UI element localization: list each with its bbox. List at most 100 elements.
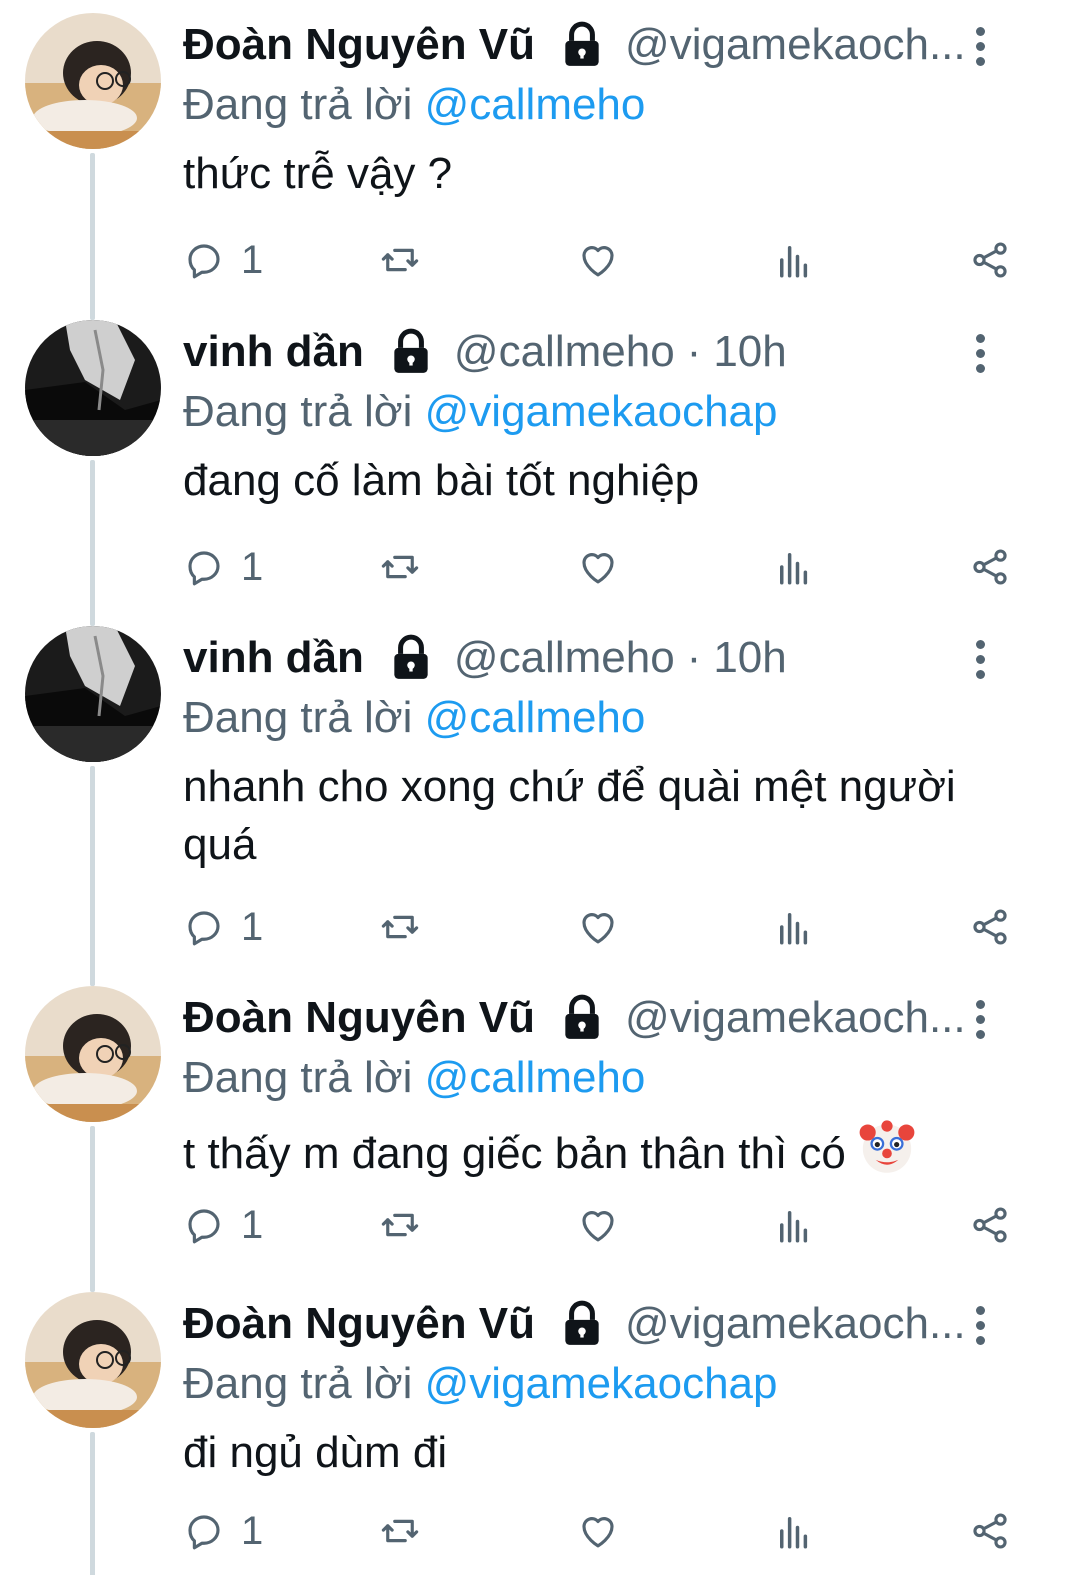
share-button[interactable] bbox=[969, 1506, 1011, 1556]
like-button[interactable] bbox=[577, 235, 619, 285]
more-options-icon[interactable] bbox=[960, 1300, 1000, 1350]
thread-connector-line bbox=[90, 611, 95, 626]
like-button[interactable] bbox=[577, 542, 619, 592]
avatar[interactable] bbox=[25, 13, 161, 149]
reply-count: 1 bbox=[241, 1508, 264, 1553]
heart-icon bbox=[582, 1211, 614, 1242]
reply-button[interactable]: 1 bbox=[183, 542, 263, 592]
analytics-icon bbox=[780, 246, 808, 278]
replying-to: Đang trả lời @callmeho bbox=[183, 77, 1040, 133]
analytics-button[interactable] bbox=[773, 1200, 815, 1250]
reply-icon bbox=[188, 1515, 220, 1550]
analytics-button[interactable] bbox=[773, 1506, 815, 1556]
retweet-icon bbox=[381, 1519, 419, 1543]
retweet-icon bbox=[381, 1213, 419, 1237]
retweet-icon bbox=[381, 555, 419, 579]
retweet-button[interactable] bbox=[379, 235, 421, 285]
share-icon bbox=[973, 1513, 1007, 1549]
replying-to: Đang trả lời @callmeho bbox=[183, 690, 1040, 746]
user-handle[interactable]: @callmeho bbox=[454, 626, 675, 690]
like-button[interactable] bbox=[577, 902, 619, 952]
share-button[interactable] bbox=[969, 902, 1011, 952]
avatar[interactable] bbox=[25, 626, 161, 762]
tweet-text-content: nhanh cho xong chứ để quài mệt người quá bbox=[183, 762, 956, 869]
separator-dot: · bbox=[686, 327, 702, 376]
tweet-actions: 1 bbox=[183, 902, 1020, 952]
more-options-icon[interactable] bbox=[960, 21, 1000, 71]
reply-count: 1 bbox=[241, 904, 264, 949]
mention-link[interactable]: @vigamekaochap bbox=[425, 387, 778, 436]
more-options-icon[interactable] bbox=[960, 994, 1000, 1044]
tweet-actions: 1 bbox=[183, 542, 1020, 592]
timestamp[interactable]: 10h bbox=[713, 626, 786, 690]
share-icon bbox=[973, 1207, 1007, 1243]
user-handle[interactable]: @vigamekaoch... bbox=[625, 1292, 966, 1356]
more-options-icon[interactable] bbox=[960, 328, 1000, 378]
reply-icon bbox=[188, 551, 220, 586]
reply-count: 1 bbox=[241, 1202, 264, 1247]
analytics-button[interactable] bbox=[773, 542, 815, 592]
user-handle[interactable]: @callmeho bbox=[454, 320, 675, 384]
share-button[interactable] bbox=[969, 1200, 1011, 1250]
mention-link[interactable]: @vigamekaochap bbox=[425, 1359, 778, 1408]
mention-link[interactable]: @callmeho bbox=[425, 693, 646, 742]
like-button[interactable] bbox=[577, 1506, 619, 1556]
like-button[interactable] bbox=[577, 1200, 619, 1250]
avatar[interactable] bbox=[25, 986, 161, 1122]
share-button[interactable] bbox=[969, 542, 1011, 592]
retweet-icon bbox=[381, 915, 419, 939]
retweet-button[interactable] bbox=[379, 902, 421, 952]
share-button[interactable] bbox=[969, 235, 1011, 285]
reply-icon bbox=[188, 244, 220, 279]
display-name[interactable]: Đoàn Nguyên Vũ bbox=[183, 1292, 535, 1356]
retweet-icon bbox=[381, 248, 419, 272]
share-icon bbox=[973, 549, 1007, 585]
analytics-button[interactable] bbox=[773, 235, 815, 285]
reply-button[interactable]: 1 bbox=[183, 1200, 263, 1250]
reply-thread: Đoàn Nguyên Vũ @vigamekaoch... Đang trả … bbox=[0, 0, 1080, 1575]
analytics-button[interactable] bbox=[773, 902, 815, 952]
reply-icon bbox=[188, 911, 220, 946]
tweet-text-content: đi ngủ dùm đi bbox=[183, 1428, 448, 1477]
tweet-text: nhanh cho xong chứ để quài mệt người quá bbox=[183, 758, 1040, 874]
share-icon bbox=[973, 909, 1007, 945]
user-handle[interactable]: @vigamekaoch... bbox=[625, 13, 966, 77]
lock-icon bbox=[386, 327, 436, 377]
timestamp[interactable]: 10h bbox=[713, 320, 786, 384]
reply-button[interactable]: 1 bbox=[183, 902, 263, 952]
display-name[interactable]: Đoàn Nguyên Vũ bbox=[183, 986, 535, 1050]
thread-connector-line bbox=[90, 1126, 95, 1291]
retweet-button[interactable] bbox=[379, 542, 421, 592]
replying-label: Đang trả lời bbox=[183, 693, 413, 742]
display-name[interactable]: Đoàn Nguyên Vũ bbox=[183, 13, 535, 77]
mention-link[interactable]: @callmeho bbox=[425, 80, 646, 129]
retweet-button[interactable] bbox=[379, 1506, 421, 1556]
replying-to: Đang trả lời @vigamekaochap bbox=[183, 384, 1040, 440]
mention-link[interactable]: @callmeho bbox=[425, 1053, 646, 1102]
replying-label: Đang trả lời bbox=[183, 1359, 413, 1408]
thread-connector-line bbox=[90, 1432, 95, 1575]
lock-icon bbox=[557, 20, 607, 70]
avatar-portrait bbox=[25, 13, 161, 149]
display-name[interactable]: vinh dần bbox=[183, 626, 364, 690]
avatar[interactable] bbox=[25, 320, 161, 456]
display-name[interactable]: vinh dần bbox=[183, 320, 364, 384]
tweet-text: đang cố làm bài tốt nghiệp bbox=[183, 452, 1040, 510]
retweet-button[interactable] bbox=[379, 1200, 421, 1250]
thread-connector-line bbox=[90, 971, 95, 986]
reply-button[interactable]: 1 bbox=[183, 235, 263, 285]
user-handle[interactable]: @vigamekaoch... bbox=[625, 986, 966, 1050]
avatar-dark bbox=[25, 320, 161, 456]
reply-button[interactable]: 1 bbox=[183, 1506, 263, 1556]
heart-icon bbox=[582, 246, 614, 277]
thread-connector-line bbox=[90, 766, 95, 986]
thread-connector-line bbox=[90, 460, 95, 625]
avatar[interactable] bbox=[25, 1292, 161, 1428]
more-options-icon[interactable] bbox=[960, 634, 1000, 684]
reply-count: 1 bbox=[241, 544, 264, 589]
separator-dot: · bbox=[686, 633, 702, 682]
heart-icon bbox=[582, 913, 614, 944]
avatar-portrait bbox=[25, 1292, 161, 1428]
analytics-icon bbox=[780, 1211, 808, 1243]
reply-icon bbox=[188, 1209, 220, 1244]
